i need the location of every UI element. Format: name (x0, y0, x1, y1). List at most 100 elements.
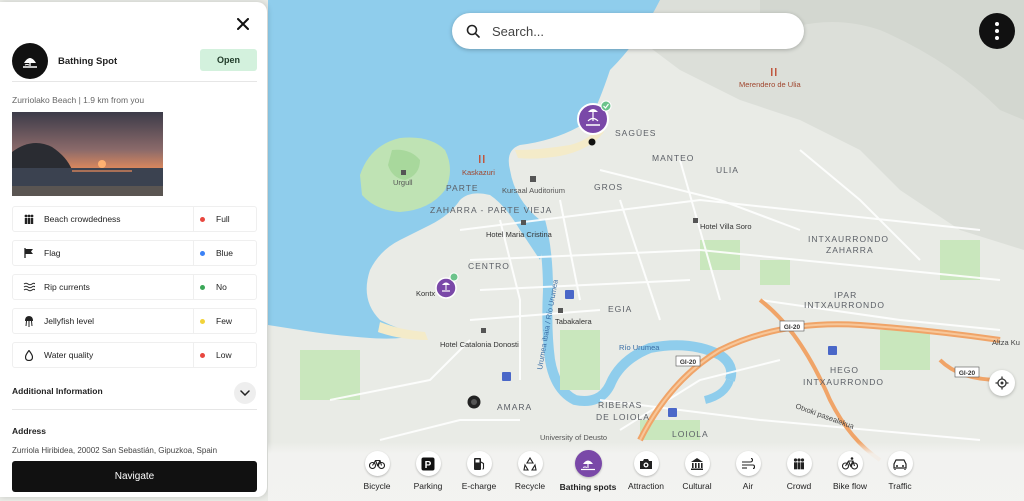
camera-icon (633, 451, 659, 476)
attribute-row-crowdedness: Beach crowdedness Full (12, 206, 257, 232)
attribute-label: Flag (44, 248, 61, 258)
attribute-row-water-quality: Water quality Low (12, 342, 257, 368)
category-label: E-charge (461, 481, 497, 491)
dot (995, 36, 999, 40)
car-icon (887, 451, 913, 476)
category-crowd[interactable]: Crowd (771, 451, 827, 497)
status-dot (200, 250, 205, 256)
category-bathing-spots[interactable]: Bathing spots (559, 450, 617, 497)
attribute-value: Low (193, 343, 257, 367)
road-badge: GI-20 (675, 355, 701, 367)
status-dot (200, 352, 205, 358)
svg-text:GI-20: GI-20 (784, 324, 801, 331)
map-poi-label: Hotel Maria Cristina (486, 230, 553, 239)
map-district-label: INTXAURRONDO (808, 234, 889, 244)
expand-additional-info-button[interactable] (234, 382, 256, 404)
category-traffic[interactable]: Traffic (872, 451, 928, 497)
map-district-label: PARTE (446, 183, 479, 193)
map-district-label: IPAR (834, 290, 857, 300)
category-e-charge[interactable]: E-charge (451, 451, 507, 497)
map-district-label: INTXAURRONDO (804, 300, 885, 310)
map-poi-label: Tabakalera (555, 317, 593, 326)
map-district-label: EGIA (608, 304, 632, 314)
bathing-spot-panel: Bathing Spot Open Zurriolako Beach | 1.9… (0, 2, 267, 497)
map-district-label: ULIA (716, 165, 739, 175)
search-bar[interactable] (452, 13, 804, 49)
attribute-label: Jellyfish level (44, 316, 95, 326)
beach-icon (574, 450, 602, 477)
droplet-icon (22, 348, 36, 362)
waves-icon (22, 280, 36, 294)
category-label: Parking (413, 481, 443, 491)
map-district-label: ZAHARRA - PARTE VIEJA (430, 205, 552, 215)
svg-text:P: P (425, 460, 432, 471)
svg-text:GI-20: GI-20 (680, 359, 697, 366)
search-icon (464, 22, 482, 40)
map-district-label: ZAHARRA (826, 245, 874, 255)
map-district-label: CENTRO (468, 261, 510, 271)
search-input[interactable] (492, 23, 772, 39)
category-label: Bathing spots (559, 482, 617, 492)
attribute-value: No (193, 275, 257, 299)
category-bike-flow[interactable]: Bike flow (822, 451, 878, 497)
category-label: Bicycle (363, 481, 391, 491)
map-poi-label: Merendero de Ulia (739, 80, 802, 89)
parking-icon: P (415, 451, 441, 476)
value-text: Full (216, 214, 230, 224)
more-menu-button[interactable] (979, 13, 1015, 49)
panel-title: Bathing Spot (58, 55, 118, 67)
attribute-row-jellyfish: Jellyfish level Few (12, 308, 257, 334)
category-recycle[interactable]: Recycle (502, 451, 558, 497)
category-label: Cultural (682, 481, 712, 491)
panel-header: Bathing Spot Open (12, 43, 257, 79)
address-label: Address (12, 426, 47, 436)
flag-icon (22, 246, 36, 260)
beach-icon (12, 43, 48, 79)
fuel-pump-icon (466, 451, 492, 476)
bike-flow-icon (837, 451, 863, 476)
close-button[interactable] (233, 14, 253, 34)
attribute-row-rip-currents: Rip currents No (12, 274, 257, 300)
map-district-label: MANTEO (652, 153, 694, 163)
map-district-label: GROS (594, 182, 623, 192)
status-dot (200, 284, 205, 290)
category-air[interactable]: Air (720, 451, 776, 497)
category-label: Bike flow (832, 481, 867, 491)
svg-text:GI-20: GI-20 (959, 370, 976, 377)
people-icon (22, 212, 36, 226)
map-poi-label: Kontx (416, 289, 435, 298)
map-district-label: SAGÜES (615, 128, 656, 138)
map-poi-label: Altza Ku (992, 338, 1020, 347)
map-district-label: HEGO (830, 365, 859, 375)
attribute-label: Rip currents (44, 282, 90, 292)
category-label: Attraction (628, 481, 664, 491)
road-badge: GI-20 (779, 320, 805, 332)
attribute-value: Full (193, 207, 257, 231)
category-attraction[interactable]: Attraction (618, 451, 674, 497)
category-cultural[interactable]: Cultural (669, 451, 725, 497)
crowd-icon (786, 451, 812, 476)
beach-photo (12, 112, 163, 196)
wind-icon (735, 451, 761, 476)
dot (995, 29, 999, 33)
address-text: Zurriola Hiribidea, 20002 San Sebastián,… (12, 446, 218, 455)
map-district-label: RIBERAS (598, 400, 642, 410)
locate-me-button[interactable] (989, 370, 1015, 396)
value-text: Low (216, 350, 232, 360)
chevron-down-icon (240, 390, 250, 396)
attribute-row-flag: Flag Blue (12, 240, 257, 266)
divider (12, 409, 257, 410)
category-bicycle[interactable]: Bicycle (349, 451, 405, 497)
attribute-label: Beach crowdedness (44, 214, 121, 224)
navigate-button[interactable]: Navigate (12, 461, 257, 492)
divider (12, 81, 257, 82)
map-poi-label: Hotel Villa Soro (700, 222, 752, 231)
additional-info-label[interactable]: Additional Information (12, 386, 103, 396)
category-parking[interactable]: P Parking (400, 451, 456, 497)
map-district-label: AMARA (497, 402, 532, 412)
status-badge: Open (200, 49, 257, 71)
attribute-label: Water quality (44, 350, 94, 360)
category-label: Crowd (786, 481, 812, 491)
map-poi-label: Kursaal Auditorium (502, 186, 565, 195)
map-poi-label: Urgull (393, 178, 413, 187)
